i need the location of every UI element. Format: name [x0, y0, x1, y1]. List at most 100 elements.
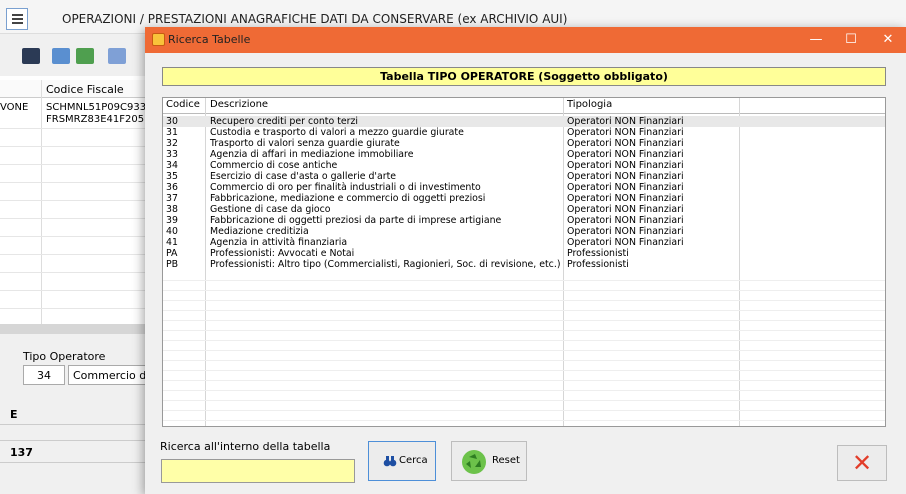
transfer-icon[interactable]	[52, 48, 70, 64]
cell-codice: 37	[166, 193, 178, 204]
search-input[interactable]	[161, 459, 355, 483]
table-row[interactable]: 32 Trasporto di valori senza guardie giur…	[163, 138, 885, 149]
cell-tipologia: Operatori NON Finanziari	[567, 171, 684, 182]
empty-row-line	[163, 290, 885, 291]
background-left-panel: Codice Fiscale VONE SCHMNL51P09C933P FRS…	[0, 76, 152, 494]
bg-row-cf[interactable]: FRSMRZ83E41F205P	[46, 114, 150, 125]
table-row[interactable]: 38 Gestione di case da gioco Operatori NON…	[163, 204, 885, 215]
table-row[interactable]: 36 Commercio di oro per finalità industri…	[163, 182, 885, 193]
table-row[interactable]: 30 Recupero crediti per conto terzi Operat…	[163, 116, 885, 127]
cell-codice: 30	[166, 116, 178, 127]
cell-descrizione: Agenzia di affari in mediazione immobili…	[210, 149, 414, 160]
empty-row-line	[163, 380, 885, 381]
results-table[interactable]: Codice Descrizione Tipologia 30 Recupero …	[162, 97, 886, 427]
export-icon[interactable]	[76, 48, 94, 64]
tipo-operatore-label: Tipo Operatore	[23, 350, 106, 363]
cell-descrizione: Custodia e trasporto di valori a mezzo g…	[210, 127, 464, 138]
binoculars-icon	[383, 456, 397, 467]
bg-label-e: E	[10, 408, 18, 421]
cell-descrizione: Esercizio di case d'asta o gallerie d'ar…	[210, 171, 397, 182]
grid-divider	[41, 80, 42, 330]
cell-tipologia: Operatori NON Finanziari	[567, 138, 684, 149]
table-row[interactable]: 40 Mediazione creditizia Operatori NON Fin…	[163, 226, 885, 237]
table-row[interactable]: 31 Custodia e trasporto di valori a mezzo…	[163, 127, 885, 138]
empty-row-line	[163, 340, 885, 341]
grid-header-codice-fiscale: Codice Fiscale	[46, 83, 124, 96]
empty-row-line	[163, 400, 885, 401]
empty-row-line	[163, 310, 885, 311]
cell-codice: PB	[166, 259, 179, 270]
close-icon[interactable]: ✕	[868, 27, 906, 53]
table-row[interactable]: PB Professionisti: Altro tipo (Commercial…	[163, 259, 885, 270]
reset-button[interactable]: Reset	[451, 441, 527, 481]
save-icon[interactable]	[22, 48, 40, 64]
table-row[interactable]: PA Professionisti: Avvocati e Notai Profes…	[163, 248, 885, 259]
bg-row-cf[interactable]: SCHMNL51P09C933P	[46, 102, 152, 113]
cell-descrizione: Commercio di oro per finalità industrial…	[210, 182, 481, 193]
empty-row-line	[163, 410, 885, 411]
cell-tipologia: Operatori NON Finanziari	[567, 149, 684, 160]
tipo-operatore-code-field[interactable]: 34	[23, 365, 65, 385]
cell-tipologia: Operatori NON Finanziari	[567, 160, 684, 171]
table-row[interactable]: 34 Commercio di cose antiche Operatori NON…	[163, 160, 885, 171]
cell-codice: 38	[166, 204, 178, 215]
menu-list-icon[interactable]	[6, 8, 28, 30]
column-header-descrizione[interactable]: Descrizione	[210, 99, 268, 110]
background-nav-text[interactable]: OPERAZIONI / PRESTAZIONI ANAGRAFICHE DAT…	[62, 12, 567, 26]
grid-header: Codice Fiscale	[0, 80, 150, 98]
cell-descrizione: Commercio di cose antiche	[210, 160, 338, 171]
cell-codice: 35	[166, 171, 178, 182]
table-row[interactable]: 37 Fabbricazione, mediazione e commercio …	[163, 193, 885, 204]
cell-tipologia: Professionisti	[567, 259, 629, 270]
cell-tipologia: Operatori NON Finanziari	[567, 182, 684, 193]
attach-icon[interactable]	[108, 48, 126, 64]
empty-row-line	[163, 350, 885, 351]
empty-row-line	[163, 280, 885, 281]
minimize-icon[interactable]: —	[796, 27, 836, 53]
table-title-bar: Tabella TIPO OPERATORE (Soggetto obbliga…	[162, 67, 886, 86]
empty-row-line	[163, 320, 885, 321]
cell-tipologia: Operatori NON Finanziari	[567, 204, 684, 215]
dialog-titlebar[interactable]: Ricerca Tabelle — ☐ ✕	[145, 27, 906, 53]
tipo-operatore-desc-field[interactable]: Commercio di	[68, 365, 150, 385]
ricerca-tabelle-dialog: Ricerca Tabelle — ☐ ✕ Tabella TIPO OPERA…	[145, 27, 906, 494]
close-dialog-button[interactable]: ✕	[837, 445, 887, 481]
cell-tipologia: Operatori NON Finanziari	[567, 237, 684, 248]
cell-descrizione: Fabbricazione di oggetti preziosi da par…	[210, 215, 502, 226]
background-toolbar	[0, 36, 150, 76]
empty-row-line	[163, 330, 885, 331]
maximize-icon[interactable]: ☐	[831, 27, 871, 53]
cell-tipologia: Operatori NON Finanziari	[567, 193, 684, 204]
table-row[interactable]: 39 Fabbricazione di oggetti preziosi da p…	[163, 215, 885, 226]
recycle-icon	[462, 450, 486, 474]
cerca-label: Cerca	[399, 455, 428, 466]
table-row[interactable]: 33 Agenzia di affari in mediazione immobi…	[163, 149, 885, 160]
empty-row-line	[163, 420, 885, 421]
empty-row-line	[163, 390, 885, 391]
cell-descrizione: Trasporto di valori senza guardie giurat…	[210, 138, 400, 149]
cell-codice: 41	[166, 237, 178, 248]
cerca-button[interactable]: Cerca	[368, 441, 436, 481]
cell-tipologia: Operatori NON Finanziari	[567, 116, 684, 127]
cell-codice: 36	[166, 182, 178, 193]
cell-codice: 39	[166, 215, 178, 226]
cell-tipologia: Operatori NON Finanziari	[567, 215, 684, 226]
table-row[interactable]: 41 Agenzia in attività finanziaria Operato…	[163, 237, 885, 248]
reset-label: Reset	[492, 455, 520, 466]
cell-descrizione: Professionisti: Avvocati e Notai	[210, 248, 355, 259]
cell-codice: 33	[166, 149, 178, 160]
cell-descrizione: Professionisti: Altro tipo (Commercialis…	[210, 259, 561, 270]
column-header-codice[interactable]: Codice	[166, 99, 200, 110]
cell-tipologia: Professionisti	[567, 248, 629, 259]
cell-codice: 34	[166, 160, 178, 171]
dialog-title: Ricerca Tabelle	[168, 33, 251, 46]
table-row[interactable]: 35 Esercizio di case d'asta o gallerie d'…	[163, 171, 885, 182]
horizontal-scrollbar[interactable]	[0, 324, 150, 334]
app-icon	[152, 33, 165, 46]
cell-descrizione: Mediazione creditizia	[210, 226, 309, 237]
empty-row-line	[163, 360, 885, 361]
bg-value-137: 137	[10, 446, 33, 459]
cell-codice: 40	[166, 226, 178, 237]
search-label: Ricerca all'interno della tabella	[160, 440, 331, 453]
column-header-tipologia[interactable]: Tipologia	[567, 99, 612, 110]
